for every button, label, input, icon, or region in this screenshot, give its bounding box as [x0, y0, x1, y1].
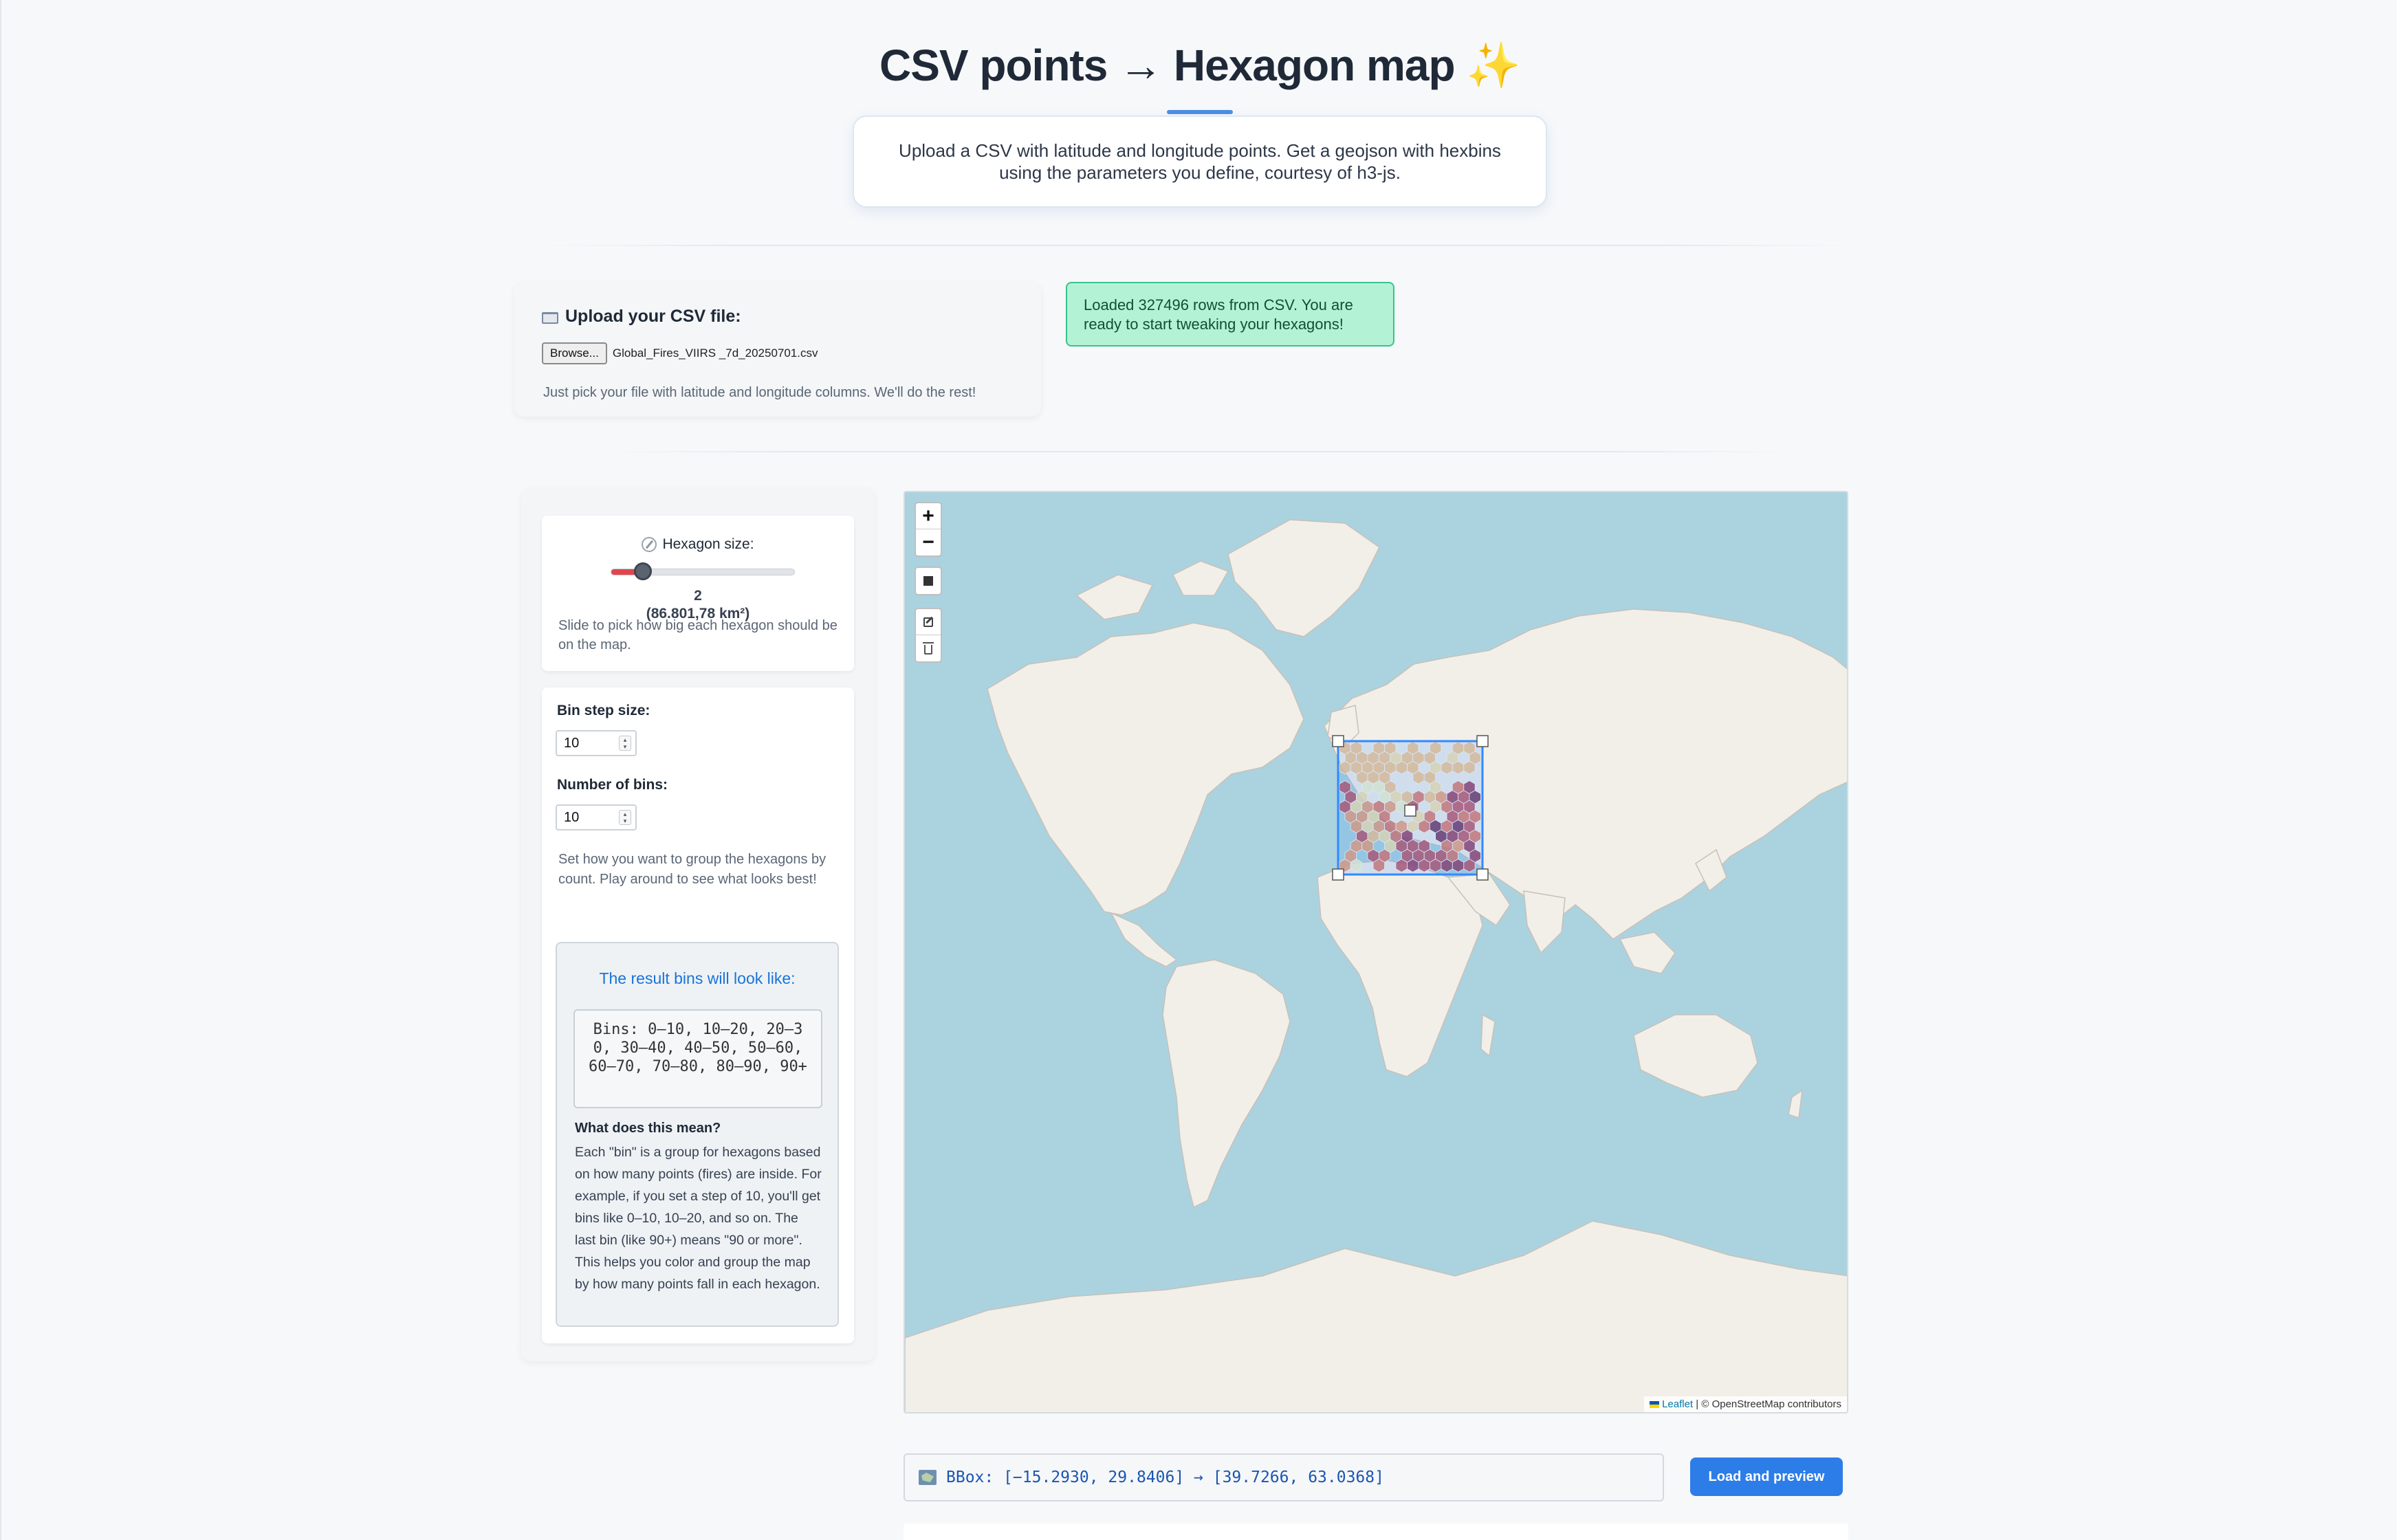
edit-icon [923, 617, 933, 627]
trash-icon [923, 642, 934, 654]
bins-panel: Bin step size: 10 ▴ ▾ Number of bins: 10 … [542, 688, 854, 1343]
title-underline [1167, 110, 1233, 114]
result-bins-box: The result bins will look like: Bins: 0–… [556, 942, 839, 1327]
leaflet-link[interactable]: Leaflet [1662, 1398, 1693, 1410]
stepper-icon[interactable]: ▴ ▾ [619, 810, 631, 825]
map-attribution: Leaflet | © OpenStreetMap contributors [1644, 1396, 1847, 1412]
map-tiles [905, 519, 1847, 1412]
ukraine-flag-icon [1650, 1401, 1660, 1409]
bbox-display: BBox: [−15.2930, 29.8406] → [39.7266, 63… [904, 1453, 1664, 1502]
upload-title-text: Upload your CSV file: [565, 307, 741, 326]
bin-step-value: 10 [564, 736, 580, 751]
intro-text: Upload a CSV with latitude and longitude… [899, 140, 1501, 183]
hexagon-size-label: Hexagon size: [542, 536, 854, 553]
hexagon-size-slider[interactable] [611, 562, 795, 580]
bin-count-value: 10 [564, 810, 580, 825]
stepper-icon[interactable]: ▴ ▾ [619, 736, 631, 751]
upload-hint: Just pick your file with latitude and lo… [543, 385, 976, 400]
divider [606, 451, 1789, 452]
edit-toolbar [915, 608, 942, 663]
explanation-title: What does this mean? [575, 1121, 721, 1136]
bbox-text: BBox: [−15.2930, 29.8406] → [39.7266, 63… [946, 1468, 1384, 1486]
page-title: CSV points → Hexagon map ✨ [1, 40, 2397, 91]
intro-card: Upload a CSV with latitude and longitude… [853, 116, 1547, 208]
draw-toolbar [915, 566, 942, 595]
divider [538, 245, 1858, 246]
folder-icon [542, 310, 558, 324]
browse-button[interactable]: Browse... [542, 342, 607, 364]
bin-count-input[interactable]: 10 ▴ ▾ [556, 804, 637, 830]
upload-card: Upload your CSV file: Browse... Global_F… [514, 282, 1041, 417]
bin-step-label: Bin step size: [557, 703, 650, 718]
file-input[interactable]: Browse... Global_Fires_VIIRS _7d_2025070… [542, 342, 818, 364]
delete-layers-button[interactable] [916, 635, 941, 661]
hexagon-resolution: 2 [694, 588, 702, 604]
status-message: Loaded 327496 rows from CSV. You are rea… [1066, 282, 1394, 346]
bins-hint: Set how you want to group the hexagons b… [558, 852, 827, 887]
result-bins-code: Bins: 0–10, 10–20, 20–30, 30–40, 40–50, … [573, 1009, 822, 1108]
osm-attribution: | © OpenStreetMap contributors [1696, 1398, 1841, 1410]
zoom-in-button[interactable]: + [916, 503, 941, 529]
sparkle-icon: ✨ [1466, 41, 1521, 90]
title-text: CSV points → Hexagon map [879, 41, 1456, 90]
load-and-preview-button[interactable]: Load and preview [1690, 1458, 1843, 1496]
slider-thumb[interactable] [633, 562, 652, 580]
preview-panel [904, 1524, 1848, 1540]
file-name: Global_Fires_VIIRS _7d_20250701.csv [612, 346, 818, 360]
hexagon-size-label-text: Hexagon size: [662, 536, 754, 552]
hexagon-size-panel: Hexagon size: 2 (86.801,78 km²) Slide to… [542, 516, 854, 671]
edit-layers-button[interactable] [916, 609, 941, 635]
map[interactable]: + − Leaflet | © OpenStreetMap contributo… [904, 491, 1848, 1414]
hexagon-size-hint: Slide to pick how big each hexagon shoul… [558, 618, 838, 652]
result-bins-title: The result bins will look like: [599, 969, 796, 987]
explanation-text: Each "bin" is a group for hexagons based… [575, 1145, 822, 1292]
zoom-out-button[interactable]: − [916, 529, 941, 556]
square-icon [923, 576, 933, 586]
upload-title: Upload your CSV file: [542, 307, 741, 327]
bin-count-label: Number of bins: [557, 777, 668, 793]
zoom-control: + − [915, 502, 942, 557]
map-icon [919, 1470, 937, 1485]
page: CSV points → Hexagon map ✨ Upload a CSV … [0, 0, 2397, 1540]
settings-sidebar: Hexagon size: 2 (86.801,78 km²) Slide to… [521, 488, 875, 1361]
draw-rectangle-button[interactable] [916, 568, 941, 594]
compass-icon [642, 537, 657, 552]
bin-step-input[interactable]: 10 ▴ ▾ [556, 730, 637, 756]
